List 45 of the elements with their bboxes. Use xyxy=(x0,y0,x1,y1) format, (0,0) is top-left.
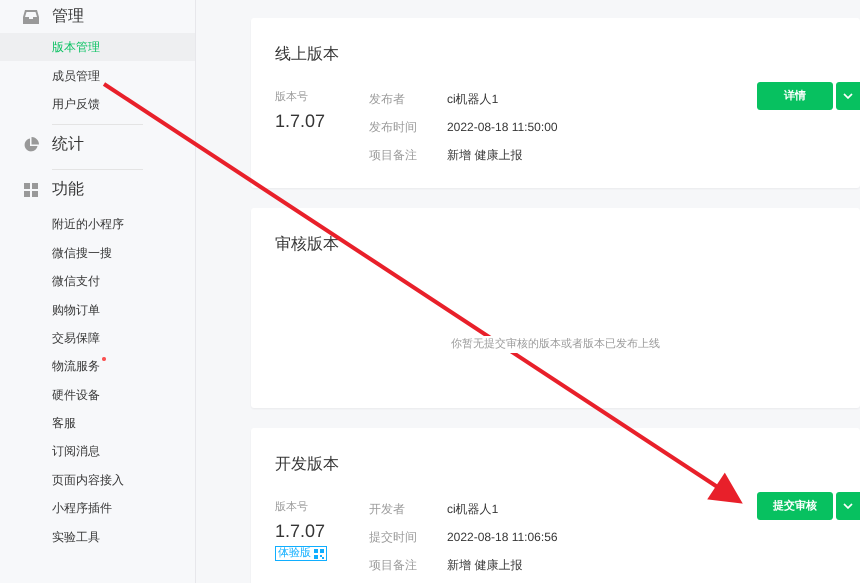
card-title: 审核版本 xyxy=(275,234,340,255)
section-title[interactable]: 统计 xyxy=(52,133,84,158)
field-value: 2022-08-18 11:50:00 xyxy=(447,119,558,136)
field-label: 开发者 xyxy=(369,501,406,518)
field-value: 新增 健康上报 xyxy=(447,147,522,164)
dropdown-button[interactable] xyxy=(836,82,860,110)
pie-chart-icon xyxy=(23,137,39,154)
field-label: 项目备注 xyxy=(369,557,418,574)
field-value: 2022-08-18 11:06:56 xyxy=(447,529,558,546)
field-value: 新增 健康上报 xyxy=(447,557,522,574)
chevron-down-icon xyxy=(843,503,853,509)
field-label: 提交时间 xyxy=(369,529,418,546)
menu-item[interactable]: 用户反馈 xyxy=(0,90,195,118)
menu-item[interactable]: 交易保障 xyxy=(0,324,143,352)
field-value: ci机器人1 xyxy=(447,501,498,518)
inbox-icon xyxy=(23,10,39,24)
field-value: ci机器人1 xyxy=(447,91,498,108)
menu-item[interactable]: 小程序插件 xyxy=(0,494,143,522)
chevron-down-icon xyxy=(843,93,853,99)
empty-message: 你暂无提交审核的版本或者版本已发布上线 xyxy=(449,336,662,352)
section-title[interactable]: 管理 xyxy=(52,4,84,28)
menu-item[interactable]: 附近的小程序 xyxy=(0,210,143,239)
section-title[interactable]: 功能 xyxy=(52,178,84,202)
field-label: 发布者 xyxy=(369,91,406,108)
menu-item[interactable]: 物流服务 xyxy=(0,352,143,381)
menu-item[interactable]: 硬件设备 xyxy=(0,380,143,409)
card-title: 线上版本 xyxy=(275,44,340,65)
menu-item[interactable]: 页面内容接入 xyxy=(0,466,143,494)
dropdown-button[interactable] xyxy=(836,492,860,520)
version-number: 1.7.07 xyxy=(275,110,326,133)
card-title: 开发版本 xyxy=(275,454,340,475)
menu-item[interactable]: 购物订单 xyxy=(0,295,143,324)
grid-icon xyxy=(24,183,38,198)
menu-item[interactable]: 订阅消息 xyxy=(0,437,143,466)
version-label: 版本号 xyxy=(275,90,308,105)
menu-item[interactable]: 实验工具 xyxy=(0,522,143,551)
field-label: 项目备注 xyxy=(369,147,418,164)
version-label: 版本号 xyxy=(275,500,308,515)
menu-item[interactable]: 成员管理 xyxy=(0,61,195,90)
version-number: 1.7.07 xyxy=(275,520,326,543)
menu-item[interactable]: 微信搜一搜 xyxy=(0,238,143,267)
menu-item[interactable]: 客服 xyxy=(0,408,143,438)
qr-code-icon xyxy=(314,548,324,558)
menu-item[interactable]: 微信支付 xyxy=(0,266,143,296)
field-label: 发布时间 xyxy=(369,119,418,136)
